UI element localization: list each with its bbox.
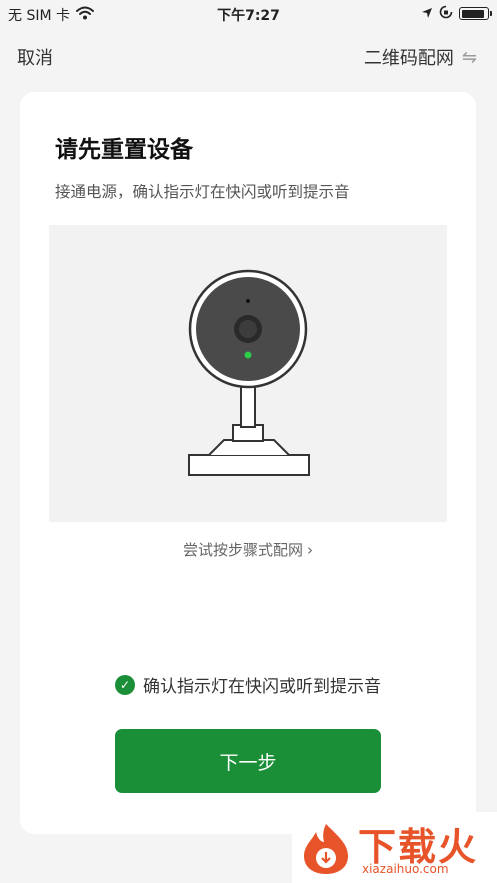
watermark: 下载火 xiazaihuo.com <box>292 812 497 883</box>
page-title: 请先重置设备 <box>55 137 193 163</box>
nav-bar: 取消 二维码配网 ⇋ <box>0 38 497 74</box>
step-config-link[interactable]: 尝试按步骤式配网 › <box>20 539 476 560</box>
next-button[interactable]: 下一步 <box>115 729 381 793</box>
camera-illustration <box>49 225 447 522</box>
flame-logo-icon <box>304 824 348 874</box>
swap-icon: ⇋ <box>461 46 477 68</box>
battery-fill <box>461 9 484 18</box>
status-bar: 无 SIM 卡 下午7:27 <box>0 0 497 28</box>
qr-config-label: 二维码配网 <box>363 48 454 69</box>
qr-config-button[interactable]: 二维码配网 ⇋ <box>364 44 477 70</box>
watermark-domain: xiazaihuo.com <box>362 862 449 876</box>
battery-icon <box>459 7 492 20</box>
step-config-label: 尝试按步骤式配网 <box>182 541 303 559</box>
status-right <box>421 4 492 23</box>
confirm-label: 确认指示灯在快闪或听到提示音 <box>143 677 381 697</box>
location-arrow-icon <box>421 4 433 23</box>
cancel-button[interactable]: 取消 <box>17 44 53 70</box>
page-subtitle: 接通电源，确认指示灯在快闪或听到提示音 <box>55 183 350 201</box>
camera-icon <box>188 269 310 476</box>
check-circle-icon[interactable]: ✓ <box>115 674 135 695</box>
reset-card: 请先重置设备 接通电源，确认指示灯在快闪或听到提示音 尝试按步骤式配网 › ✓ 确… <box>20 92 476 834</box>
confirm-row[interactable]: ✓ 确认指示灯在快闪或听到提示音 <box>20 672 476 697</box>
chevron-right-icon: › <box>307 541 313 559</box>
orientation-lock-icon <box>439 4 453 23</box>
